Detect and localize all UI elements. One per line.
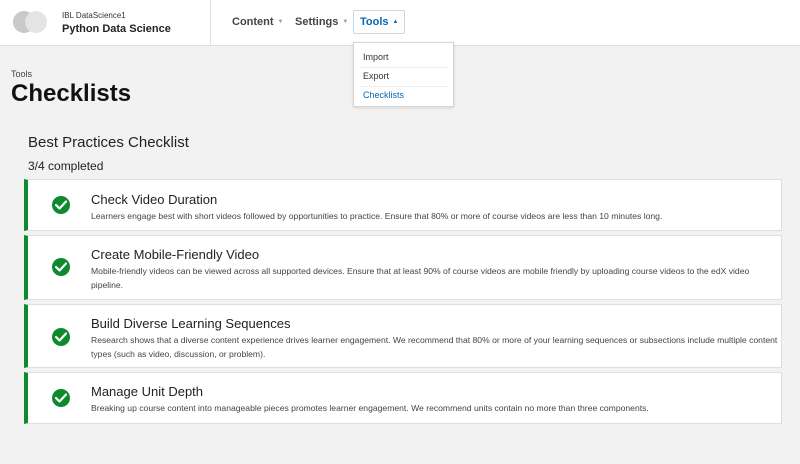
course-title[interactable]: Python Data Science [62, 23, 171, 35]
checklist-item: Build Diverse Learning Sequences Researc… [24, 304, 782, 368]
checklist-item-title: Check Video Duration [91, 192, 218, 207]
checklist-item-title: Create Mobile-Friendly Video [91, 247, 260, 262]
course-org: IBL DataScience1 [62, 11, 126, 20]
chevron-up-icon: ▲ [392, 19, 399, 25]
page-title: Checklists [11, 80, 132, 107]
check-circle-icon [52, 328, 70, 346]
checklist-item-description: Learners engage best with short videos f… [91, 211, 663, 221]
logo[interactable] [13, 11, 49, 33]
tools-dropdown-menu: Import Export Checklists [353, 42, 454, 107]
checklist-progress: 3/4 completed [28, 159, 104, 173]
menu-divider [361, 67, 447, 68]
checklist-item-description: Mobile-friendly videos can be viewed acr… [91, 266, 750, 290]
site-header: IBL DataScience1 Python Data Science Con… [0, 0, 800, 46]
menu-item-checklists[interactable]: Checklists [363, 90, 404, 100]
checklist-item: Manage Unit Depth Breaking up course con… [24, 372, 782, 424]
nav-content-label: Content [232, 16, 274, 28]
chevron-down-icon: ▼ [277, 19, 284, 25]
checklist-item: Create Mobile-Friendly Video Mobile-frie… [24, 235, 782, 300]
menu-item-import[interactable]: Import [363, 52, 389, 62]
nav-content[interactable]: Content ▼ [226, 10, 290, 34]
menu-item-export[interactable]: Export [363, 71, 389, 81]
checklist-item-title: Manage Unit Depth [91, 384, 204, 399]
nav-settings-label: Settings [295, 16, 339, 28]
check-circle-icon [52, 196, 70, 214]
menu-divider [361, 86, 447, 87]
checklist-item: Check Video Duration Learners engage bes… [24, 179, 782, 231]
checklist-item-title: Build Diverse Learning Sequences [91, 316, 291, 331]
header-divider [210, 0, 211, 46]
nav-tools-label: Tools [360, 16, 389, 28]
checklist-item-description: Research shows that a diverse content ex… [91, 335, 778, 359]
checklist-item-description: Breaking up course content into manageab… [91, 403, 649, 413]
check-circle-icon [52, 389, 70, 407]
nav-tools[interactable]: Tools ▲ [353, 10, 406, 34]
breadcrumb: Tools [11, 69, 33, 79]
checklist-title: Best Practices Checklist [28, 134, 189, 151]
check-circle-icon [52, 258, 70, 276]
nav-settings[interactable]: Settings ▼ [289, 10, 354, 34]
chevron-down-icon: ▼ [342, 19, 349, 25]
logo-circle-right [25, 11, 47, 33]
